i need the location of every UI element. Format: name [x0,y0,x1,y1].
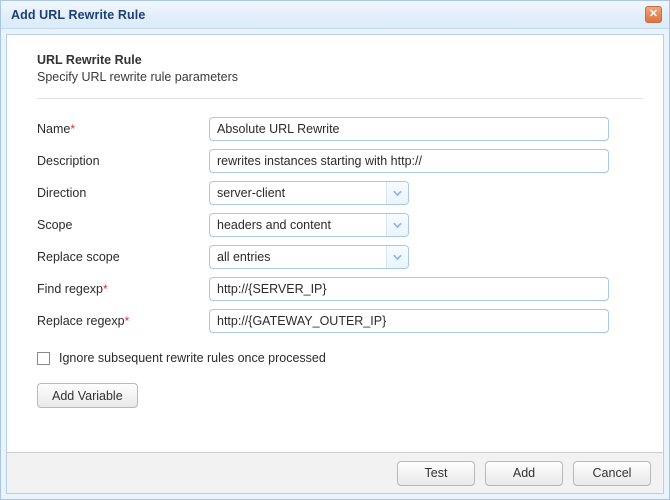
form-row-replace-scope: Replace scope all entries [37,241,643,273]
direction-select[interactable]: server-client [209,181,409,205]
find-regexp-input[interactable] [209,277,609,301]
form-panel: URL Rewrite Rule Specify URL rewrite rul… [6,34,664,452]
chevron-down-glyph [393,190,402,196]
add-variable-button[interactable]: Add Variable [37,383,138,408]
test-button[interactable]: Test [397,460,475,486]
required-marker-name: * [70,122,76,136]
label-direction-text: Direction [37,186,87,200]
form-row-find-regexp: Find regexp* [37,273,643,305]
ignore-subsequent-rules-row: Ignore subsequent rewrite rules once pro… [37,344,643,372]
chevron-down-glyph [393,222,402,228]
label-scope-text: Scope [37,218,73,232]
scope-select-value: headers and content [217,218,331,232]
section-subtitle: Specify URL rewrite rule parameters [37,70,238,84]
label-description-text: Description [37,154,100,168]
label-direction: Direction [37,186,209,200]
label-name-text: Name [37,122,71,136]
replace-scope-select-value: all entries [217,250,271,264]
add-url-rewrite-rule-dialog: Add URL Rewrite Rule ✕ URL Rewrite Rule … [0,0,670,500]
label-replace-regexp: Replace regexp* [37,314,209,328]
dialog-body: URL Rewrite Rule Specify URL rewrite rul… [1,29,669,452]
required-marker-replace-regexp: * [124,314,130,328]
chevron-down-icon[interactable] [386,214,408,236]
label-find-regexp: Find regexp* [37,282,209,296]
dialog-title: Add URL Rewrite Rule [11,7,146,22]
label-find-regexp-text: Find regexp [37,282,104,296]
section-title: URL Rewrite Rule [37,53,142,67]
replace-scope-select[interactable]: all entries [209,245,409,269]
label-name: Name* [37,122,209,136]
label-replace-regexp-text: Replace regexp [37,314,125,328]
scope-select[interactable]: headers and content [209,213,409,237]
label-scope: Scope [37,218,209,232]
label-replace-scope-text: Replace scope [37,250,120,264]
dialog-titlebar: Add URL Rewrite Rule ✕ [1,1,669,29]
ignore-subsequent-rules-checkbox[interactable] [37,351,50,365]
add-button[interactable]: Add [485,460,563,486]
name-input[interactable] [209,117,609,141]
form-row-description: Description [37,145,643,177]
close-icon[interactable]: ✕ [645,6,662,23]
direction-select-value: server-client [217,186,286,200]
replace-regexp-input[interactable] [209,309,609,333]
chevron-down-icon[interactable] [386,246,408,268]
chevron-down-icon[interactable] [386,182,408,204]
form-row-direction: Direction server-client [37,177,643,209]
required-marker-find-regexp: * [103,282,108,296]
chevron-down-glyph [393,254,402,260]
label-replace-scope: Replace scope [37,250,209,264]
dialog-footer: Test Add Cancel [6,452,664,494]
description-input[interactable] [209,149,609,173]
label-description: Description [37,154,209,168]
cancel-button[interactable]: Cancel [573,460,651,486]
section-divider [37,98,643,99]
form-row-replace-regexp: Replace regexp* [37,305,643,337]
form-row-name: Name* [37,113,643,145]
ignore-subsequent-rules-label: Ignore subsequent rewrite rules once pro… [59,351,326,365]
form-row-scope: Scope headers and content [37,209,643,241]
